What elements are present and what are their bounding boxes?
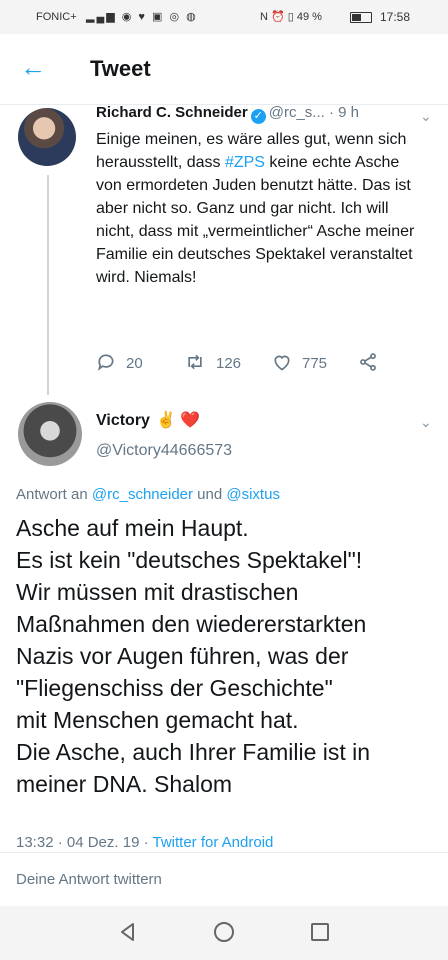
reply-icon [97,354,114,371]
avatar-richard[interactable] [18,108,76,166]
nav-home-icon[interactable] [212,920,236,944]
reply-count: 20 [126,355,143,372]
reply-placeholder[interactable]: Deine Antwort twittern [16,871,162,888]
nav-back-icon[interactable] [116,920,140,944]
tweet2-line: Die Asche, auch Ihrer Familie ist in [16,739,371,765]
clock: 17:58 [380,10,411,24]
tweet2-meta: 13:32 · 04 Dez. 19 · Twitter for Android [16,834,273,851]
replying-user-sixtus[interactable]: @sixtus [226,486,280,503]
back-arrow-icon[interactable]: ← [20,54,46,80]
verified-badge-icon: ✓ [250,109,266,124]
tweet2-chevron-down-icon[interactable]: ⌄ [420,414,432,431]
tweet2-line: meiner DNA. Shalom [16,771,233,797]
reply-composer[interactable]: Deine Antwort twittern [0,852,448,907]
retweet-icon [188,354,202,370]
status-right-icons: N ⏰ ▯ 49 % [260,11,322,23]
heart-outline-icon [274,355,290,371]
tweet2-text: Asche auf mein Haupt. Es ist kein "deuts… [16,512,436,800]
like-count: 775 [302,355,328,372]
tweet1-text-after: keine echte Asche von ermordeten Juden b… [96,154,415,286]
tweet2-handle[interactable]: @Victory44666573 [96,442,232,460]
signal-wifi-icons: ▂▄▆ ◉ ♥ ▣ ◎ ◍ [86,11,198,23]
replying-prefix: Antwort an [16,486,88,503]
battery-icon [350,12,372,23]
carrier-label: FONIC+ [36,11,77,23]
tweet1-actions: 20 126 775 [96,352,416,376]
android-nav-bar [0,906,448,960]
tweet2-name-text: Victory [96,412,150,429]
tweet1-handle[interactable]: @rc_s... [269,104,325,121]
nav-recents-icon[interactable] [308,920,332,944]
share-icon [360,353,376,371]
tweet2-line: Wir müssen mit drastischen [16,579,299,605]
tweet1-text: Einige meinen, es wäre alles gut, wenn s… [96,128,426,289]
status-bar: FONIC+ ▂▄▆ ◉ ♥ ▣ ◎ ◍ N ⏰ ▯ 49 % 17:58 [0,0,448,34]
tweet1-chevron-down-icon[interactable]: ⌄ [420,108,432,125]
replying-conj: und [197,486,223,503]
tweet2-name-emoji: ✌️ ❤️ [155,412,201,429]
share-action[interactable] [358,352,388,372]
tweet2-line: Asche auf mein Haupt. [16,515,249,541]
top-app-bar: ← Tweet [0,34,448,105]
reply-action[interactable]: 20 [96,352,143,372]
tweet2-source[interactable]: Twitter for Android [152,834,273,851]
retweet-count: 126 [216,355,242,372]
replying-to: Antwort an @rc_schneider und @sixtus [16,486,280,503]
tweet2-author-name[interactable]: Victory ✌️ ❤️ [96,410,200,430]
tweet2-line: Maßnahmen den wiedererstarkten [16,611,367,637]
replying-user-rc-schneider[interactable]: @rc_schneider [92,486,193,503]
avatar-victory[interactable] [18,402,82,466]
tweet2-line: "Fliegenschiss der Geschichte" [16,675,333,701]
tweet2-line: mit Menschen gemacht hat. [16,707,299,733]
hashtag-zps[interactable]: #ZPS [225,154,265,171]
retweet-action[interactable]: 126 [184,352,241,372]
tweet1-header: Richard C. Schneider ✓ @rc_s... · 9 h [96,104,359,124]
tweet2-line: Nazis vor Augen führen, was der [16,643,349,669]
page-title: Tweet [90,56,151,81]
tweet2-line: Es ist kein "deutsches Spektakel"! [16,547,363,573]
tweet1-author-name[interactable]: Richard C. Schneider [96,104,248,121]
like-action[interactable]: 775 [272,352,327,372]
tweet2-timestamp: 13:32 · 04 Dez. 19 · [16,834,149,851]
tweet1-time: · 9 h [328,104,359,121]
thread-connector-line [47,175,49,395]
